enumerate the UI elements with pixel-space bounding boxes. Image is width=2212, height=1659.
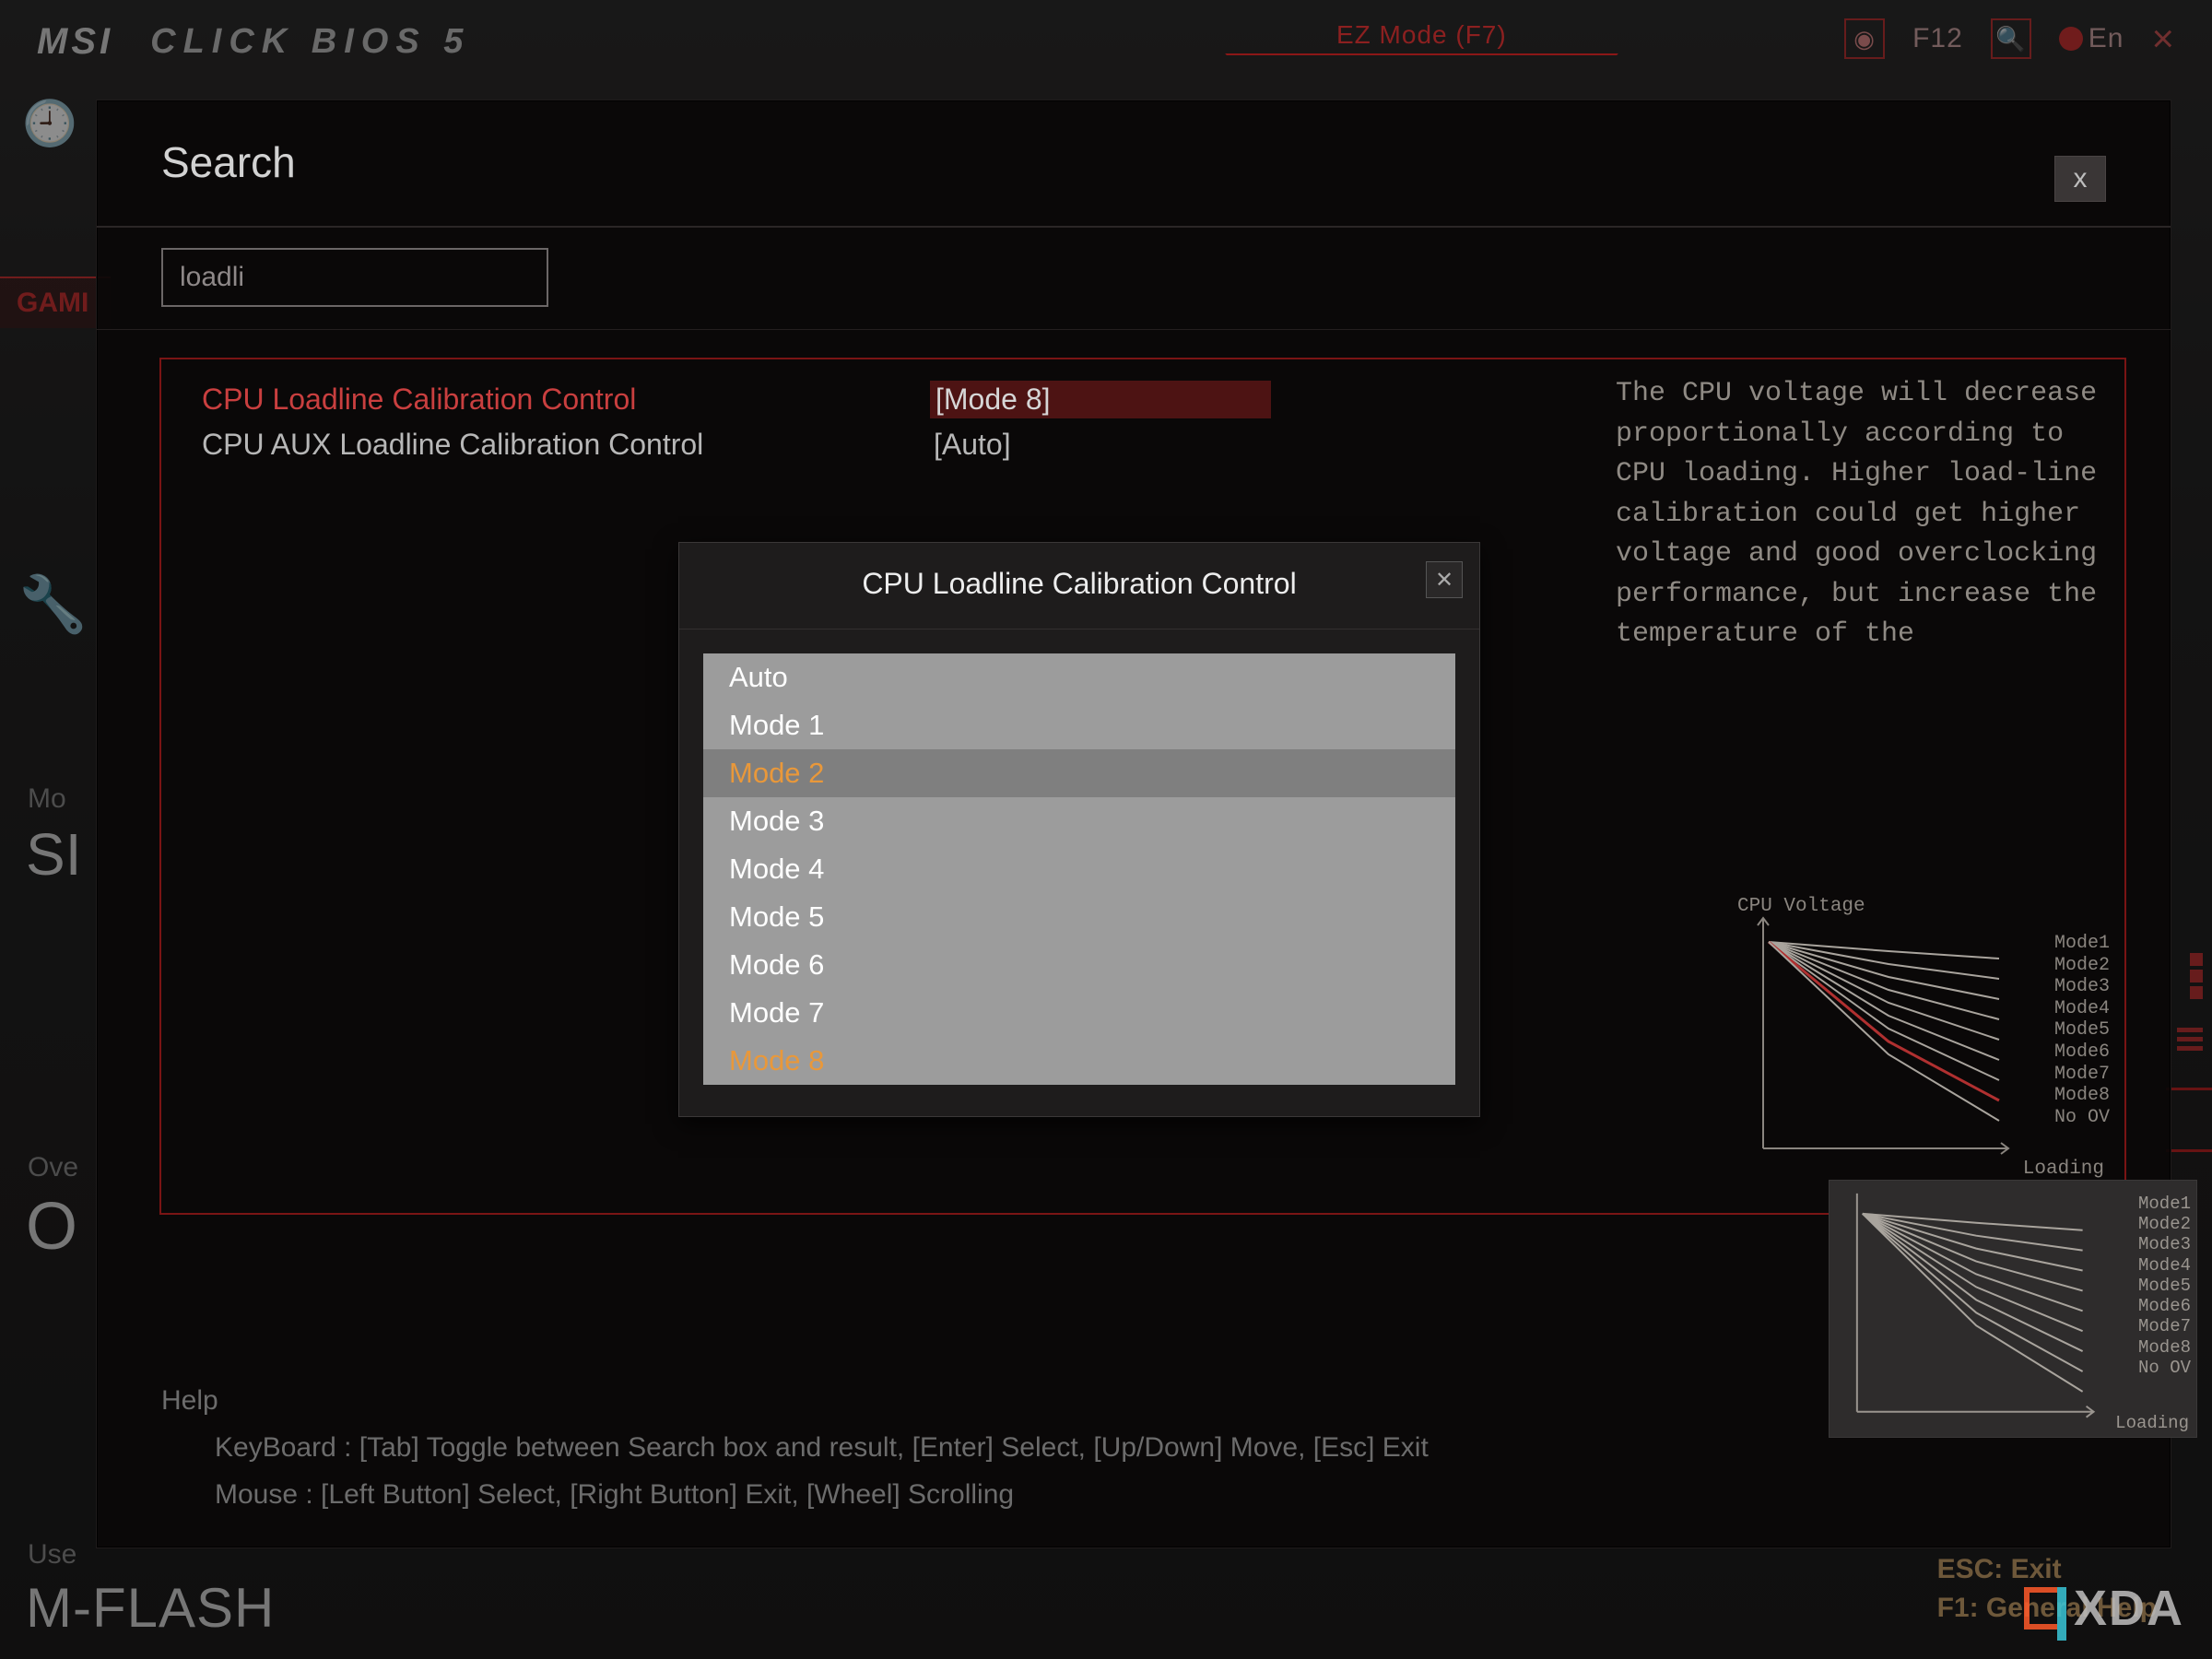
- help-footer: Help KeyBoard : [Tab] Toggle between Sea…: [161, 1377, 2115, 1518]
- close-icon[interactable]: ×: [2151, 17, 2175, 61]
- gaming-tab[interactable]: GAMI: [0, 276, 111, 328]
- graph-legend: Mode1 Mode2 Mode3 Mode4 Mode5 Mode6 Mode…: [2054, 933, 2110, 1128]
- dropdown-title: CPU Loadline Calibration Control ✕: [679, 543, 1479, 629]
- dropdown-item[interactable]: Mode 7: [703, 989, 1455, 1037]
- dropdown-item[interactable]: Mode 3: [703, 797, 1455, 845]
- help-keyboard: KeyBoard : [Tab] Toggle between Search b…: [161, 1424, 2115, 1471]
- watermark-icon: [2024, 1587, 2066, 1630]
- close-search-button[interactable]: x: [2054, 156, 2106, 202]
- product-title: CLICK BIOS 5: [150, 22, 470, 62]
- dropdown-item[interactable]: Mode 4: [703, 845, 1455, 893]
- result-label: CPU AUX Loadline Calibration Control: [202, 428, 930, 462]
- ove-label: Ove: [28, 1152, 78, 1183]
- mflash-button[interactable]: M-FLASH: [26, 1576, 275, 1640]
- dropdown-item[interactable]: Auto: [703, 653, 1455, 701]
- topbar-right: ◉ F12 🔍 En ×: [1844, 17, 2175, 61]
- dropdown-item[interactable]: Mode 5: [703, 893, 1455, 941]
- language-label: En: [2088, 23, 2124, 54]
- screenshot-key: F12: [1912, 23, 1963, 54]
- result-row[interactable]: CPU AUX Loadline Calibration Control [Au…: [202, 423, 1590, 466]
- right-bars: [2177, 1023, 2203, 1055]
- globe-icon: [2059, 27, 2083, 51]
- ez-mode-button[interactable]: EZ Mode (F7): [1263, 17, 1581, 55]
- right-dots: [2190, 949, 2203, 1003]
- result-label: CPU Loadline Calibration Control: [202, 382, 930, 417]
- mo-label: Mo: [28, 783, 66, 815]
- oc-big: O: [26, 1189, 77, 1265]
- dropdown-item[interactable]: Mode 8: [703, 1037, 1455, 1085]
- dropdown-item[interactable]: Mode 2: [703, 749, 1455, 797]
- xda-watermark: XDA: [2024, 1580, 2184, 1637]
- llc-dropdown: CPU Loadline Calibration Control ✕ Auto …: [678, 542, 1480, 1117]
- result-value: [Mode 8]: [930, 381, 1271, 418]
- dropdown-list[interactable]: Auto Mode 1 Mode 2 Mode 3 Mode 4 Mode 5 …: [703, 653, 1455, 1085]
- help-mouse: Mouse : [Left Button] Select, [Right But…: [161, 1471, 2115, 1518]
- settings-icon[interactable]: 🔧: [18, 571, 88, 637]
- llc-svg: [1732, 900, 2108, 1176]
- tooltip-xlabel: Loading: [2115, 1413, 2189, 1433]
- tooltip-legend: Mode1 Mode2 Mode3 Mode4 Mode5 Mode6 Mode…: [2138, 1194, 2191, 1378]
- result-value: [Auto]: [930, 428, 1271, 462]
- clock-icon: 🕘: [22, 97, 77, 149]
- llc-tooltip-graph: Mode1 Mode2 Mode3 Mode4 Mode5 Mode6 Mode…: [1829, 1180, 2197, 1438]
- dropdown-close-button[interactable]: ✕: [1426, 561, 1463, 598]
- red-stripe: [2166, 1088, 2212, 1152]
- use-label: Use: [28, 1539, 76, 1571]
- si-big: SI: [26, 820, 81, 888]
- result-row[interactable]: CPU Loadline Calibration Control [Mode 8…: [202, 376, 1590, 423]
- watermark-text: XDA: [2074, 1580, 2184, 1637]
- language-toggle[interactable]: En: [2059, 23, 2124, 54]
- dropdown-item[interactable]: Mode 1: [703, 701, 1455, 749]
- help-label: Help: [161, 1377, 2115, 1424]
- camera-icon[interactable]: ◉: [1844, 18, 1885, 59]
- search-input[interactable]: [161, 248, 548, 307]
- llc-graph: CPU Voltage Loading Mode1 Mode2: [1732, 900, 2108, 1176]
- brand-logo: MSI: [37, 21, 113, 63]
- dropdown-item[interactable]: Mode 6: [703, 941, 1455, 989]
- search-icon[interactable]: 🔍: [1991, 18, 2031, 59]
- search-title: Search: [161, 137, 296, 187]
